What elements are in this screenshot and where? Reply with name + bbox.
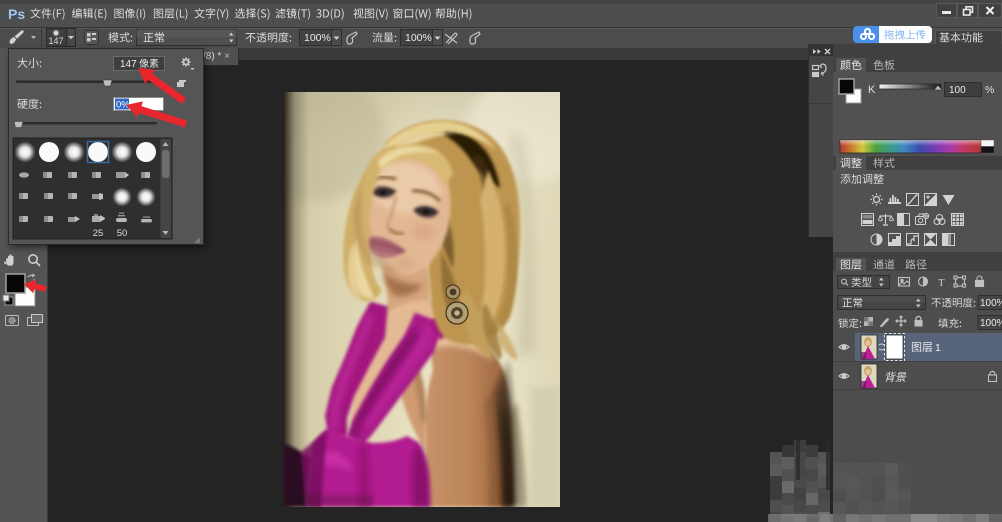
svg-text:100%: 100%	[980, 318, 1002, 329]
svg-text:100: 100	[949, 85, 966, 96]
svg-text:K: K	[868, 84, 876, 96]
svg-text:%: %	[985, 84, 994, 96]
svg-text:T: T	[938, 277, 945, 289]
svg-text:100%: 100%	[980, 298, 1002, 309]
svg-text:1: 1	[935, 342, 941, 354]
